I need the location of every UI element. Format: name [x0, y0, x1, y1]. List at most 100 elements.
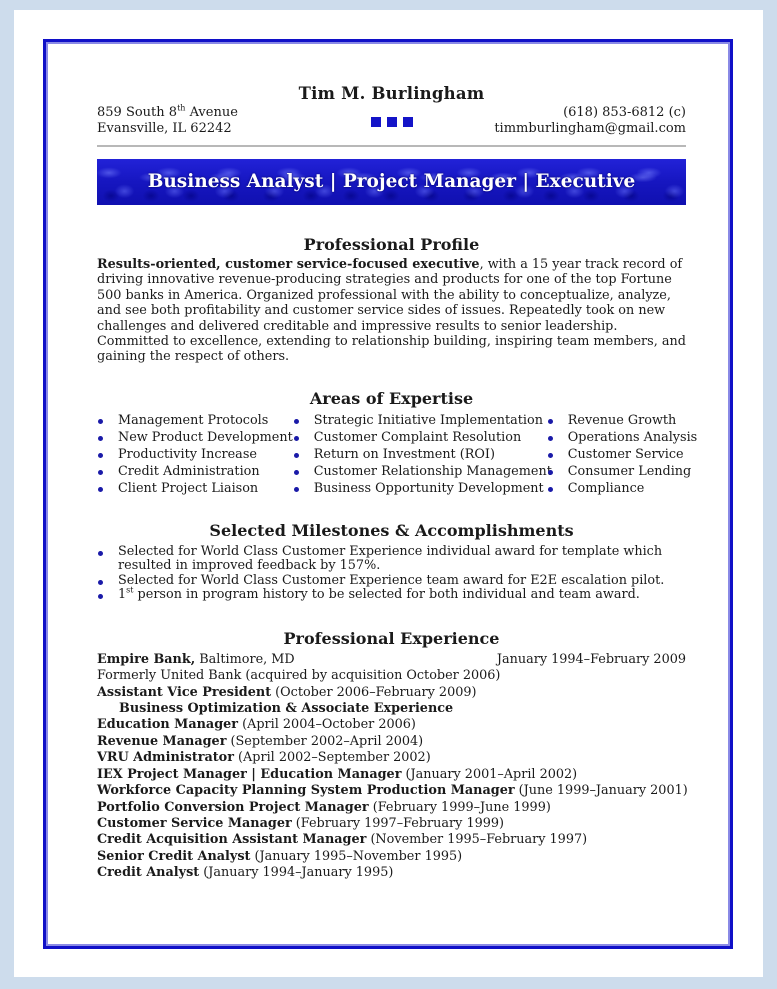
role-line: Portfolio Conversion Project Manager (Fe…: [97, 800, 686, 816]
profile-body: , with a 15 year track record of driving…: [97, 257, 686, 365]
employer-dates: January 1994–February 2009: [496, 651, 686, 667]
expertise-section: Areas of Expertise Management Protocols …: [97, 388, 697, 498]
expertise-item: Customer Complaint Resolution: [313, 430, 522, 446]
role-dates: (February 1999–June 1999): [368, 799, 551, 815]
list-item: Consumer Lending: [547, 464, 697, 481]
role-line: Business Optimization & Associate Experi…: [97, 701, 686, 717]
role-line: VRU Administrator (April 2002–September …: [97, 750, 686, 766]
expertise-column-1: Management Protocols New Product Develop…: [97, 413, 293, 498]
square-icon: [386, 117, 397, 127]
employer-line: Empire Bank, Baltimore, MD January 1994–…: [97, 652, 686, 668]
list-item: Credit Administration: [97, 464, 293, 481]
bullet-icon: [98, 594, 103, 600]
role-dates: (January 1994–January 1995): [199, 865, 394, 881]
role-title: Credit Acquisition Assistant Manager: [97, 832, 367, 848]
address-line-2: Evansville, IL 62242: [97, 121, 232, 136]
list-item: Compliance: [547, 481, 697, 498]
title-banner: Business Analyst | Project Manager | Exe…: [97, 159, 686, 205]
profile-lead: Results-oriented, customer service-focus…: [97, 257, 480, 272]
list-item: 1st person in program history to be sele…: [97, 587, 686, 603]
expertise-item: Productivity Increase: [118, 447, 257, 463]
bullet-icon: [98, 452, 103, 458]
list-item: Customer Service: [547, 447, 697, 464]
role-title: Business Optimization & Associate Experi…: [119, 701, 454, 717]
role-dates: (January 2001–April 2002): [401, 766, 578, 782]
address-street-pre: 859 South 8: [97, 105, 178, 120]
list-item: Productivity Increase: [97, 447, 293, 464]
role-line: Senior Credit Analyst (January 1995–Nove…: [97, 849, 686, 865]
employer-note: Formerly United Bank (acquired by acquis…: [97, 668, 501, 684]
role-dates: (September 2002–April 2004): [226, 733, 424, 749]
role-title: Senior Credit Analyst: [97, 848, 251, 864]
role-title: Assistant Vice President: [97, 684, 272, 700]
bullet-icon: [293, 452, 299, 458]
role-title: VRU Administrator: [97, 750, 234, 766]
profile-heading: Professional Profile: [303, 235, 480, 254]
phone-number: (618) 853-6812 (c): [563, 105, 686, 120]
experience-list: Empire Bank, Baltimore, MD January 1994–…: [97, 652, 688, 882]
employer-location: Baltimore, MD: [195, 651, 295, 667]
milestones-heading: Selected Milestones & Accomplishments: [209, 520, 574, 540]
role-title: Credit Analyst: [97, 865, 200, 881]
bullet-icon: [98, 435, 103, 441]
role-dates: (January 1995–November 1995): [250, 848, 463, 864]
list-item: Customer Relationship Management: [293, 464, 552, 481]
list-item: New Product Development: [97, 430, 293, 447]
milestones-section: Selected Milestones & Accomplishments Se…: [97, 521, 686, 603]
role-dates: (February 1997–February 1999): [291, 815, 504, 831]
bullet-icon: [98, 579, 103, 585]
role-line: Education Manager (April 2004–October 20…: [97, 717, 686, 733]
milestones-list: Selected for World Class Customer Experi…: [97, 543, 686, 603]
expertise-column-3: Revenue Growth Operations Analysis Custo…: [547, 413, 697, 498]
role-dates: (June 1999–January 2001): [514, 783, 688, 799]
bullet-icon: [98, 469, 103, 475]
expertise-heading: Areas of Expertise: [309, 388, 474, 408]
list-item: Selected for World Class Customer Experi…: [97, 543, 686, 574]
bullet-icon: [547, 452, 553, 458]
role-dates: (April 2004–October 2006): [238, 717, 416, 733]
expertise-column-2: Strategic Initiative Implementation Cust…: [293, 413, 552, 498]
expertise-item: New Product Development: [118, 430, 293, 446]
candidate-name: Tim M. Burlingham: [298, 84, 485, 103]
role-title: Customer Service Manager: [97, 815, 292, 831]
expertise-item: Customer Service: [567, 447, 684, 463]
role-title: Revenue Manager: [97, 733, 227, 749]
bullet-icon: [293, 469, 299, 475]
expertise-item: Credit Administration: [118, 464, 260, 480]
list-item: Strategic Initiative Implementation: [293, 413, 547, 430]
bullet-icon: [98, 418, 103, 424]
address-street-post: Avenue: [185, 105, 238, 120]
list-item: Return on Investment (ROI): [293, 447, 547, 464]
expertise-item: Consumer Lending: [567, 464, 692, 480]
expertise-item: Business Opportunity Development: [313, 481, 544, 497]
list-item: Client Project Liaison: [97, 481, 293, 498]
list-item: Operations Analysis: [547, 430, 697, 447]
role-dates: (April 2002–September 2002): [233, 750, 431, 766]
address-line-1: 859 South 8th Avenue: [97, 104, 238, 121]
expertise-item: Client Project Liaison: [118, 481, 259, 497]
square-icon: [370, 117, 381, 127]
expertise-item: Strategic Initiative Implementation: [313, 413, 543, 429]
role-line: Credit Analyst (January 1994–January 199…: [97, 865, 686, 881]
experience-heading: Professional Experience: [283, 628, 500, 648]
decorative-squares: [370, 117, 413, 127]
milestone-text: Selected for World Class Customer Experi…: [118, 543, 663, 574]
bullet-icon: [98, 486, 103, 492]
banner-title: Business Analyst | Project Manager | Exe…: [147, 171, 636, 192]
role-title: Education Manager: [97, 717, 239, 733]
list-item: Management Protocols: [97, 413, 293, 430]
email-address[interactable]: timmburlingham@gmail.com: [494, 121, 686, 137]
address-block: 859 South 8th Avenue Evansville, IL 6224…: [97, 104, 238, 137]
profile-section: Professional Profile Results-oriented, c…: [97, 235, 686, 365]
resume-content: Tim M. Burlingham 859 South 8th Avenue E…: [97, 80, 697, 882]
role-dates: (November 1995–February 1997): [366, 832, 588, 848]
bullet-icon: [293, 486, 299, 492]
list-item: Business Opportunity Development: [293, 481, 547, 498]
bullet-icon: [293, 418, 299, 424]
role-line: Revenue Manager (September 2002–April 20…: [97, 734, 686, 750]
milestone-ordinal-number: 1: [118, 587, 127, 603]
bullet-icon: [98, 550, 103, 556]
expertise-item: Operations Analysis: [567, 430, 698, 446]
employer-name: Empire Bank,: [97, 651, 196, 667]
role-line: IEX Project Manager | Education Manager …: [97, 767, 686, 783]
